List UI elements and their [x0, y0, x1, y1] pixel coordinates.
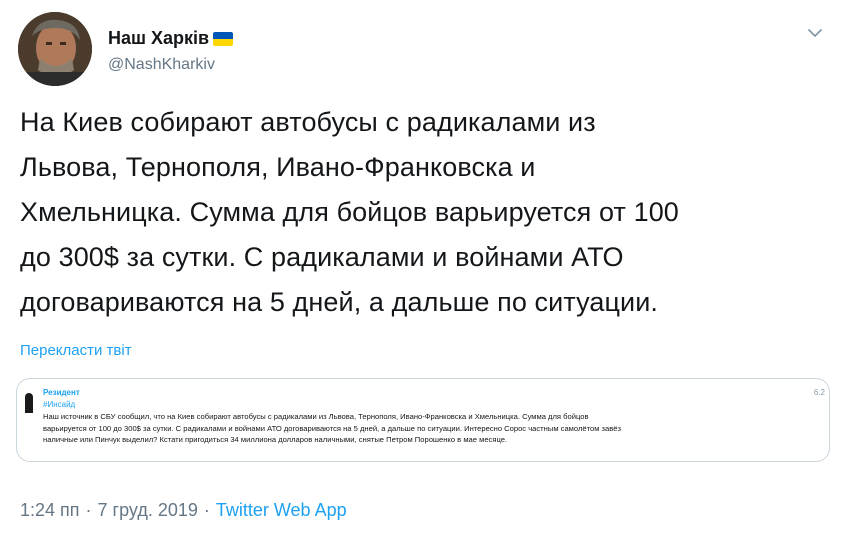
- quoted-text: Наш источник в СБУ сообщил, что на Киев …: [43, 412, 621, 444]
- quoted-date: 6.2: [813, 388, 825, 397]
- quoted-hashtag[interactable]: #Инсайд: [43, 400, 75, 409]
- chevron-down-icon[interactable]: [804, 22, 826, 44]
- tweet-text: На Киев собирают автобусы с радикалами и…: [20, 107, 679, 317]
- tweet-time[interactable]: 1:24 пп: [20, 500, 80, 521]
- tweet-meta: 1:24 пп · 7 груд. 2019 · Twitter Web App: [20, 500, 347, 521]
- meta-separator: ·: [203, 500, 210, 520]
- tweet-source-link[interactable]: Twitter Web App: [216, 500, 347, 521]
- author-name[interactable]: Наш Харків: [108, 28, 234, 49]
- tweet: Наш Харків @NashKharkiv На Киев собирают…: [0, 0, 850, 538]
- translate-tweet-link[interactable]: Перекласти твіт: [20, 342, 132, 359]
- author-handle[interactable]: @NashKharkiv: [108, 56, 215, 74]
- author-name-text[interactable]: Наш Харків: [108, 28, 209, 49]
- author-avatar[interactable]: [18, 12, 92, 86]
- tweet-date[interactable]: 7 груд. 2019: [98, 500, 198, 521]
- quoted-author-avatar: [23, 393, 35, 415]
- quoted-tweet-card[interactable]: Резидент 6.2 #Инсайд Наш источник в СБУ …: [16, 378, 830, 462]
- ukraine-flag-icon: [213, 31, 234, 46]
- meta-separator: ·: [85, 500, 92, 520]
- quoted-author-name[interactable]: Резидент: [43, 388, 80, 397]
